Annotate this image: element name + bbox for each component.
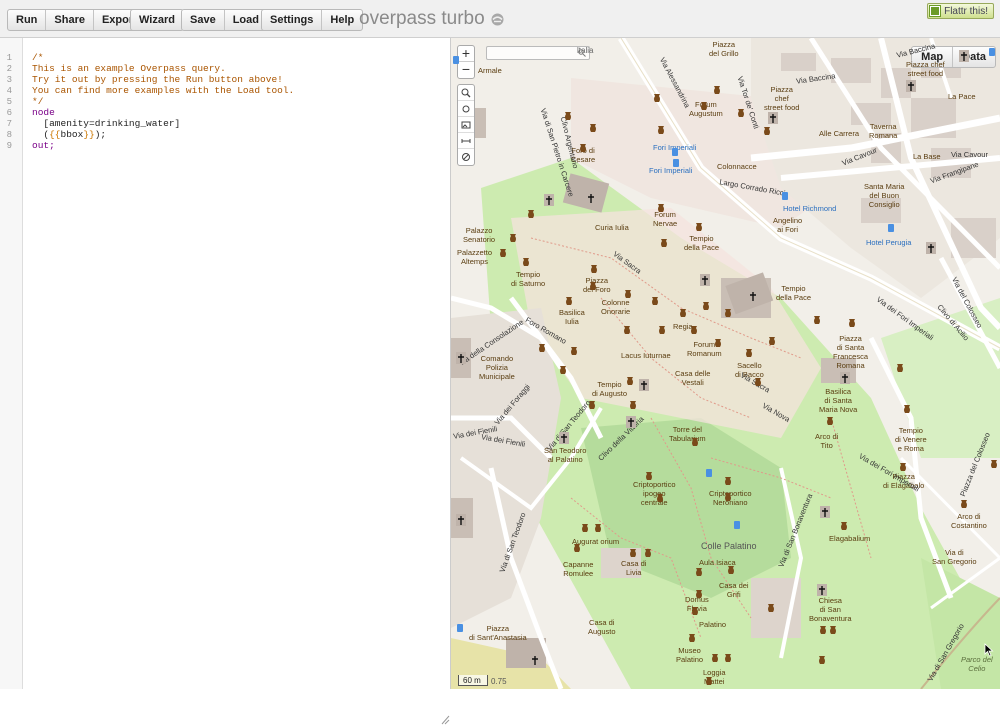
line-number: 9	[6, 141, 12, 151]
settings-help-group: Settings Help	[261, 9, 364, 31]
map-scale: 60 m 0.75	[458, 675, 507, 686]
overpass-logo-icon	[491, 13, 504, 25]
code-line: out;	[32, 140, 55, 151]
mouse-cursor-icon	[984, 643, 994, 657]
line-number: 7	[6, 119, 12, 129]
share-button[interactable]: Share	[46, 10, 94, 30]
code-line: Try it out by pressing the Run button ab…	[32, 74, 283, 85]
code-bbox-line: ({{bbox}});	[32, 129, 107, 140]
code-line: */	[32, 96, 44, 107]
flattr-label: Flattr this!	[944, 5, 988, 17]
code-line: [amenity=drinking_water]	[32, 118, 181, 129]
settings-button[interactable]: Settings	[262, 10, 323, 30]
line-number-gutter: 1 2 3 4 5 6 7 8 9	[0, 38, 23, 689]
wizard-group: Wizard	[130, 9, 184, 31]
save-button[interactable]: Save	[182, 10, 225, 30]
flattr-icon	[929, 5, 942, 17]
run-share-export-group: Run Share Export	[7, 9, 146, 31]
code-editor[interactable]: 1 2 3 4 5 6 7 8 9 /* This is an example …	[0, 38, 451, 725]
code-line: You can find more examples with the Load…	[32, 85, 295, 96]
line-number: 2	[6, 64, 12, 74]
scale-extra: 0.75	[491, 677, 507, 686]
code-line-bbox: ({{bbox}});	[32, 129, 106, 140]
run-button[interactable]: Run	[8, 10, 47, 30]
line-number: 8	[6, 130, 12, 140]
code-line: This is an example Overpass query.	[32, 63, 226, 74]
save-load-group: Save Load	[181, 9, 268, 31]
scale-bar: 60 m	[458, 675, 488, 686]
code-line: node	[32, 107, 55, 118]
line-number: 5	[6, 97, 12, 107]
app-title: overpass turbo	[359, 8, 485, 29]
toolbar: Run Share Export Wizard Save Load Settin…	[0, 0, 1000, 38]
app-title-wrap: overpass turbo	[359, 8, 504, 30]
poi-marker-layer	[453, 48, 997, 685]
wizard-button[interactable]: Wizard	[131, 10, 183, 30]
line-number: 4	[6, 86, 12, 96]
code-line: /*	[32, 52, 44, 63]
resize-grip-icon[interactable]	[440, 714, 450, 726]
line-number: 6	[6, 108, 12, 118]
line-number: 1	[6, 53, 12, 63]
help-button[interactable]: Help	[322, 10, 362, 30]
flattr-button[interactable]: Flattr this!	[927, 3, 994, 19]
map-view[interactable]: + − ltalia Map Data Piazzadel Grillo For…	[451, 38, 1000, 689]
line-number: 3	[6, 75, 12, 85]
